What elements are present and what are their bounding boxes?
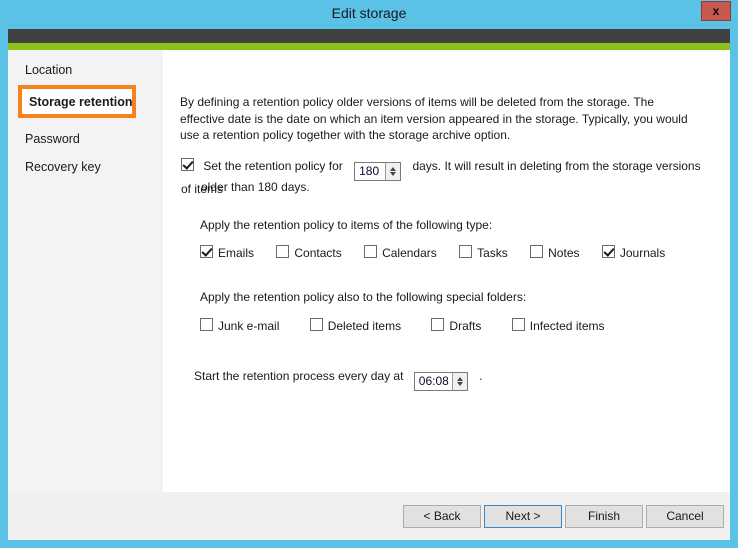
checkbox-journals-label: Journals	[619, 245, 666, 260]
window-title: Edit storage	[331, 5, 407, 21]
checkbox-deleted-items-label: Deleted items	[327, 318, 402, 333]
cancel-button[interactable]: Cancel	[646, 505, 724, 528]
checkbox-contacts-box[interactable]	[276, 245, 290, 258]
checkbox-calendars[interactable]: Calendars	[364, 245, 437, 260]
dialog-footer: < Back Next > Finish Cancel	[8, 492, 730, 540]
close-icon[interactable]: x	[701, 1, 731, 21]
start-time-spinner-arrows[interactable]	[451, 373, 467, 390]
checkbox-deleted-items-box[interactable]	[309, 318, 323, 331]
checkbox-journals[interactable]: Journals	[601, 245, 666, 260]
special-folders-label: Apply the retention policy also to the f…	[200, 290, 527, 304]
edit-storage-dialog: Edit storage x Location Storage retentio…	[0, 0, 738, 548]
sidebar-item-recovery-key[interactable]: Recovery key	[8, 155, 163, 179]
next-button[interactable]: Next >	[484, 505, 562, 528]
checkbox-infected-items[interactable]: Infected items	[511, 318, 605, 333]
checkbox-contacts-label: Contacts	[294, 245, 342, 260]
title-bar: Edit storage x	[0, 0, 738, 29]
checkbox-drafts[interactable]: Drafts	[431, 318, 481, 333]
sidebar-item-storage-retention[interactable]: Storage retention	[18, 85, 136, 118]
retention-policy-checkbox[interactable]	[181, 158, 194, 171]
checkbox-calendars-label: Calendars	[382, 245, 437, 260]
checkbox-tasks-box[interactable]	[459, 245, 473, 258]
checkbox-infected-items-label: Infected items	[529, 318, 605, 333]
checkbox-drafts-label: Drafts	[449, 318, 482, 333]
checkbox-contacts[interactable]: Contacts	[276, 245, 342, 260]
intro-text: By defining a retention policy older ver…	[180, 95, 688, 142]
content-panel: By defining a retention policy older ver…	[163, 50, 730, 513]
start-time-text-after: .	[479, 368, 483, 383]
retention-text-line2: older than 180 days.	[201, 180, 310, 194]
finish-button[interactable]: Finish	[565, 505, 643, 528]
start-time-stepper[interactable]: 06:08	[413, 372, 468, 391]
retention-days-stepper[interactable]: 180	[354, 162, 402, 181]
sidebar-nav: Location Storage retention Password Reco…	[8, 50, 163, 540]
checkbox-drafts-box[interactable]	[431, 318, 445, 331]
checkbox-notes-box[interactable]	[530, 245, 544, 258]
start-time-text-before: Start the retention process every day at	[194, 368, 404, 383]
checkbox-emails-box[interactable]	[200, 245, 213, 258]
checkbox-journals-box[interactable]	[601, 245, 615, 258]
dialog-client-area: Location Storage retention Password Reco…	[8, 29, 730, 540]
checkbox-emails[interactable]: Emails	[200, 245, 254, 260]
checkbox-tasks[interactable]: Tasks	[459, 245, 508, 260]
item-types-label: Apply the retention policy to items of t…	[200, 218, 493, 232]
checkbox-calendars-box[interactable]	[364, 245, 378, 258]
dark-accent-bar	[8, 29, 730, 43]
special-folders-checkbox-row: Junk e-mail Deleted items Drafts Infecte…	[200, 318, 623, 333]
checkbox-emails-label: Emails	[218, 245, 255, 260]
checkbox-junk-email[interactable]: Junk e-mail	[200, 318, 279, 333]
checkbox-junk-email-box[interactable]	[200, 318, 213, 331]
item-types-checkbox-row: Emails Contacts Calendars Tasks Notes Jo…	[200, 245, 684, 260]
sidebar-item-password[interactable]: Password	[8, 127, 163, 151]
checkbox-infected-items-box[interactable]	[511, 318, 525, 331]
checkbox-notes[interactable]: Notes	[530, 245, 580, 260]
green-accent-bar	[8, 43, 730, 50]
retention-start-time-row: Start the retention process every day at…	[194, 368, 482, 391]
retention-days-spinner-arrows[interactable]	[385, 163, 401, 180]
start-time-value[interactable]: 06:08	[415, 373, 452, 390]
back-button[interactable]: < Back	[403, 505, 481, 528]
retention-text-before: Set the retention policy for	[203, 158, 343, 173]
checkbox-notes-label: Notes	[548, 245, 580, 260]
checkbox-tasks-label: Tasks	[477, 245, 508, 260]
checkbox-junk-email-label: Junk e-mail	[218, 318, 280, 333]
retention-days-value[interactable]: 180	[355, 163, 385, 180]
sidebar-item-location[interactable]: Location	[8, 58, 163, 82]
checkbox-deleted-items[interactable]: Deleted items	[309, 318, 402, 333]
